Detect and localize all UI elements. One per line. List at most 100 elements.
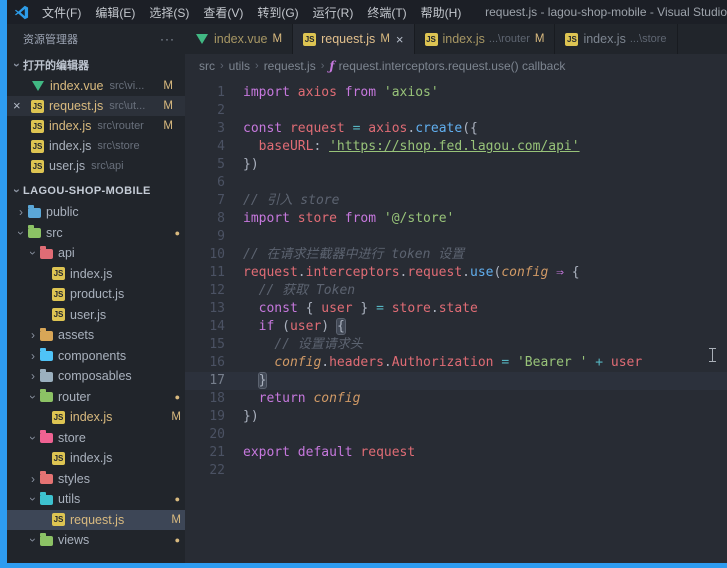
git-modified-badge: M <box>163 100 173 112</box>
close-tab-icon[interactable]: × <box>396 32 404 47</box>
code-line-13[interactable]: 13 const { user } = store.state <box>185 300 727 318</box>
tree-item-public[interactable]: › public <box>7 202 185 223</box>
js-file-icon: JS <box>31 139 44 153</box>
open-editor-index.vue[interactable]: index.vue src\vi... M <box>7 76 185 96</box>
code-line-5[interactable]: 5}) <box>185 156 727 174</box>
code-line-21[interactable]: 21 export default request <box>185 444 727 462</box>
tab-request.js[interactable]: JS request.js M × <box>293 24 415 54</box>
menu-file[interactable]: 文件(F) <box>35 4 88 21</box>
item-label: assets <box>58 328 95 343</box>
file-path: src\vi... <box>109 80 145 92</box>
code-line-6[interactable]: 6 <box>185 174 727 192</box>
code-line-7[interactable]: 7// 引入 store <box>185 192 727 210</box>
tab-index.js[interactable]: JS index.js ...\store <box>555 24 678 54</box>
breadcrumb-item-src[interactable]: src <box>199 59 215 73</box>
bottom-accent-strip <box>0 563 727 568</box>
js-file-icon: JS <box>424 32 438 46</box>
chevron-down-icon: › <box>10 188 24 194</box>
tree-item-index.js[interactable]: JS index.js <box>7 264 185 285</box>
explorer-more-actions-icon[interactable]: ··· <box>160 32 175 46</box>
code-line-18[interactable]: 18 return config <box>185 390 727 408</box>
open-editor-user.js[interactable]: JS user.js src\api <box>7 156 185 176</box>
tree-item-composables[interactable]: › composables <box>7 366 185 387</box>
code-line-4[interactable]: 4 baseURL: 'https://shop.fed.lagou.com/a… <box>185 138 727 156</box>
tree-item-store[interactable]: › store <box>7 428 185 449</box>
menu-help[interactable]: 帮助(H) <box>414 4 469 21</box>
chevron-down-icon: › <box>26 435 40 440</box>
close-editor-icon[interactable]: × <box>13 96 21 116</box>
tree-item-api[interactable]: › api <box>7 243 185 264</box>
chevron-down-icon: › <box>14 230 28 235</box>
code-line-12[interactable]: 12 // 获取 Token <box>185 282 727 300</box>
code-line-10[interactable]: 10// 在请求拦截器中进行 token 设置 <box>185 246 727 264</box>
code-line-19[interactable]: 19}) <box>185 408 727 426</box>
code-line-1[interactable]: 1 import axios from 'axios' <box>185 84 727 102</box>
code-line-9[interactable]: 9 <box>185 228 727 246</box>
menu-goto[interactable]: 转到(G) <box>250 4 305 21</box>
menu-run[interactable]: 运行(R) <box>306 4 361 21</box>
code-line-11[interactable]: 11 request.interceptors.request.use(confi… <box>185 264 727 282</box>
open-editor-index.js[interactable]: JS index.js src\store <box>7 136 185 156</box>
item-label: composables <box>58 369 132 384</box>
git-modified-dot: ● <box>174 494 180 505</box>
breadcrumb-item-request.js[interactable]: request.js <box>264 59 316 73</box>
tree-item-index.js[interactable]: JS index.js M <box>7 407 185 428</box>
code-line-8[interactable]: 8 import store from '@/store' <box>185 210 727 228</box>
vue-file-icon <box>32 81 44 91</box>
git-modified-dot: ● <box>174 391 180 402</box>
open-editor-request.js[interactable]: × JS request.js src\ut... M <box>7 96 185 116</box>
tree-item-components[interactable]: › components <box>7 346 185 367</box>
tab-label: index.vue <box>214 32 268 46</box>
item-label: index.js <box>70 451 113 466</box>
code-line-3[interactable]: 3 const request = axios.create({ <box>185 120 727 138</box>
file-name: index.js <box>49 139 92 153</box>
folder-icon <box>40 471 53 485</box>
code-line-17[interactable]: 17 } <box>185 372 727 390</box>
tree-item-views[interactable]: › views ● <box>7 530 185 551</box>
code-line-20[interactable]: 20 <box>185 426 727 444</box>
tree-item-utils[interactable]: › utils ● <box>7 489 185 510</box>
breadcrumb-item-utils[interactable]: utils <box>229 59 250 73</box>
code-line-14[interactable]: 14 if (user) { <box>185 318 727 336</box>
menu-edit[interactable]: 编辑(E) <box>88 4 142 21</box>
code-line-2[interactable]: 2 <box>185 102 727 120</box>
item-label: index.js <box>70 410 113 425</box>
tree-item-request.js[interactable]: JS request.js M <box>7 509 185 530</box>
folder-icon <box>40 491 53 505</box>
code-line-22[interactable]: 22 <box>185 462 727 480</box>
symbol-method-icon: ƒ <box>329 59 335 73</box>
code-line-15[interactable]: 15 // 设置请求头 <box>185 336 727 354</box>
tab-label: index.js <box>583 32 626 46</box>
tree-item-product.js[interactable]: JS product.js <box>7 284 185 305</box>
line-number: 7 <box>217 193 225 208</box>
tree-item-user.js[interactable]: JS user.js <box>7 305 185 326</box>
menu-terminal[interactable]: 终端(T) <box>360 4 413 21</box>
tree-root-header[interactable]: › LAGOU-SHOP-MOBILE <box>7 180 185 202</box>
folder-icon <box>28 204 41 218</box>
menu-view[interactable]: 查看(V) <box>196 4 250 21</box>
chevron-down-icon: › <box>26 497 40 502</box>
breadcrumb-symbol[interactable]: request.interceptors.request.use() callb… <box>339 59 566 73</box>
menu-selection[interactable]: 选择(S) <box>142 4 196 21</box>
js-file-icon: JS <box>31 159 44 173</box>
tree-item-styles[interactable]: › styles <box>7 469 185 490</box>
mouse-cursor <box>708 348 717 362</box>
tab-index.js[interactable]: JS index.js ...\router M <box>414 24 556 54</box>
title-bar: 文件(F) 编辑(E) 选择(S) 查看(V) 转到(G) 运行(R) 终端(T) 帮助(H)… <box>0 0 727 24</box>
open-editor-index.js[interactable]: JS index.js src\router M <box>7 116 185 136</box>
code-editor[interactable]: 1 import axios from 'axios' 2 3 const reques… <box>185 78 727 568</box>
tree-item-router[interactable]: › router ● <box>7 387 185 408</box>
item-label: utils <box>58 492 81 507</box>
line-number: 9 <box>217 229 225 244</box>
line-number: 19 <box>209 409 225 424</box>
code-line-16[interactable]: 16 config.headers.Authorization = 'Beare… <box>185 354 727 372</box>
item-label: request.js <box>70 512 125 527</box>
tree-item-assets[interactable]: › assets <box>7 325 185 346</box>
git-modified-badge: M <box>163 120 173 132</box>
tree-item-index.js[interactable]: JS index.js <box>7 448 185 469</box>
tab-index.vue[interactable]: index.vue M <box>185 24 294 54</box>
tree-item-src[interactable]: › src ● <box>7 223 185 244</box>
left-accent-strip <box>0 0 7 568</box>
open-editors-header[interactable]: › 打开的编辑器 <box>7 54 185 76</box>
js-file-icon: JS <box>303 32 317 46</box>
